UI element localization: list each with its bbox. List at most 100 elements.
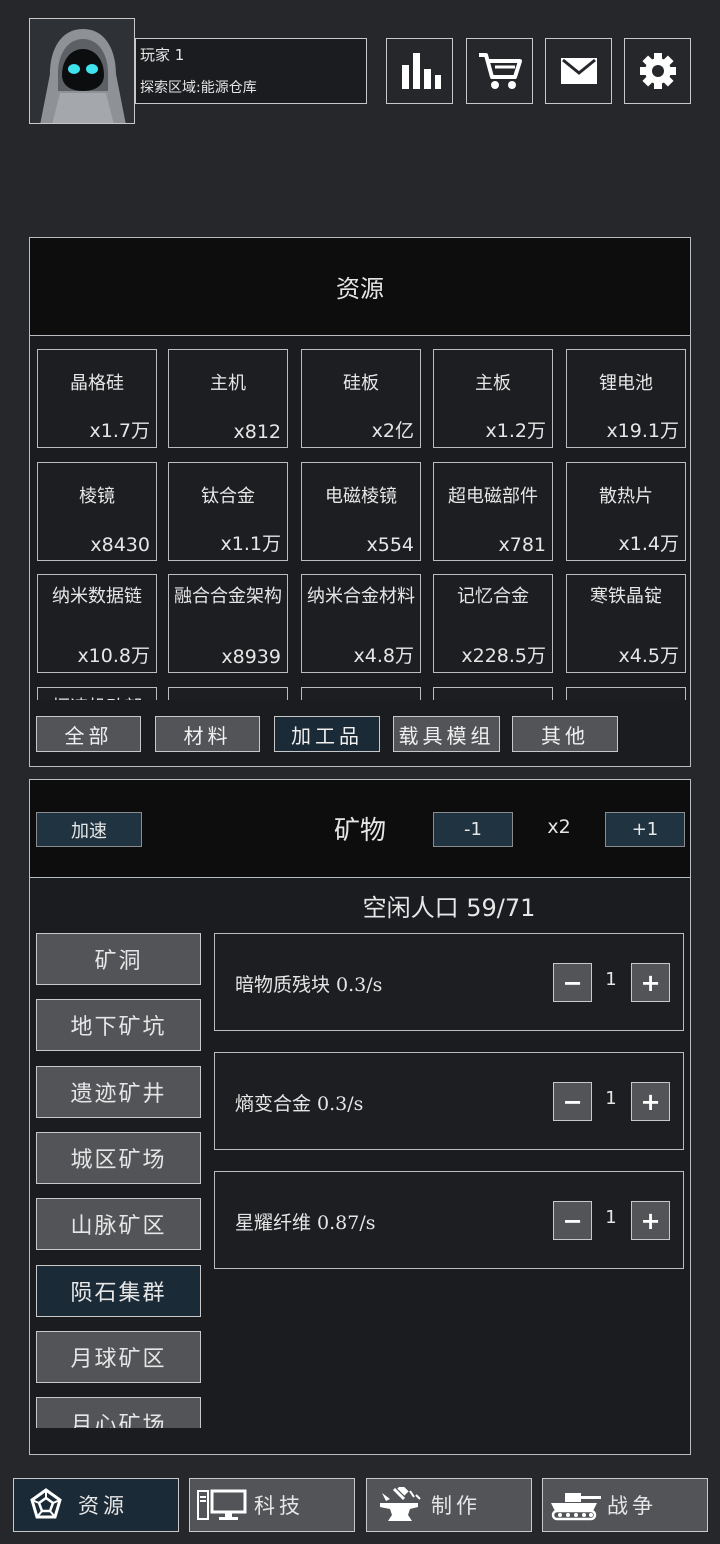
player-info-box: 玩家 1 探索区域:能源仓库 [135,38,367,104]
boost-button[interactable]: 加速 [36,812,142,847]
resource-cell[interactable]: 锂电池 x19.1万 [566,349,686,448]
decrease-worker-button[interactable]: − [553,1082,592,1121]
nav-tech-label: 科技 [254,1494,304,1518]
nav-resources-label: 资源 [78,1494,128,1518]
resource-cell[interactable]: 融合合金架构 x8939 [168,574,288,673]
resource-cell[interactable]: 硅板 x2亿 [301,349,421,448]
filter-tab-materials[interactable]: 材料 [155,716,260,752]
resource-count: x2亿 [371,420,414,442]
resource-cell[interactable] [433,686,553,700]
resource-cell[interactable]: 纳米合金材料 x4.8万 [301,574,421,673]
tank-icon [551,1493,601,1521]
resource-name: 超电磁部件 [448,485,538,507]
mining-site-item[interactable]: 矿洞 [36,933,201,985]
resource-name: 主板 [475,373,511,394]
increase-multiplier-button[interactable]: +1 [605,812,685,847]
resource-count: x4.8万 [353,645,414,667]
resource-count: x1.1万 [220,532,281,555]
filter-tab-other[interactable]: 其他 [512,716,618,752]
resource-count: x4.5万 [618,645,679,667]
resource-name: 晶格硅 [70,373,124,394]
resource-cell[interactable]: 棱镜 x8430 [37,461,157,561]
resource-production-row: 星耀纤维 0.87/s −1 + [214,1171,684,1269]
worker-count: 1 [605,969,617,990]
resource-name: 恒速机动部 [40,694,154,701]
player-avatar[interactable] [29,18,135,124]
mining-site-item[interactable]: 陨石集群 [36,1264,201,1317]
resource-cell[interactable] [301,686,421,700]
filter-tab-processed[interactable]: 加工品 [274,716,380,752]
increase-worker-button[interactable]: + [631,1201,670,1240]
mining-site-item[interactable]: 城区矿场 [36,1131,201,1184]
settings-button[interactable] [624,38,691,104]
decrease-worker-button[interactable]: − [553,963,592,1002]
decrease-multiplier-button[interactable]: -1 [433,812,513,847]
resource-cell[interactable]: 主机 x812 [168,349,288,448]
resource-count: x19.1万 [606,420,679,442]
nav-craft[interactable]: 制作 [366,1478,532,1532]
mining-site-item[interactable]: 地下矿坑 [36,999,201,1052]
resource-production-row: 熵变合金 0.3/s −1 + [214,1052,684,1150]
resource-name: 纳米合金材料 [307,586,415,607]
resource-grid[interactable]: 晶格硅 x1.7万 主机 x812 硅板 x2亿 主板 x1.2万 锂电池 x19.1万棱镜 x84… [30,337,690,700]
mining-site-item[interactable]: 遗迹矿井 [36,1065,201,1118]
resources-title: 资源 [30,238,690,336]
resource-count: x1.2万 [485,420,546,442]
stats-icon [401,53,441,89]
mining-site-item[interactable]: 月球矿区 [36,1330,201,1383]
mail-icon [560,58,597,84]
exploration-zone: 探索区域:能源仓库 [140,80,257,96]
player-name: 玩家 1 [140,46,185,64]
resource-count: x812 [233,421,281,443]
resource-name: 棱镜 [79,485,115,507]
resource-cell[interactable]: 恒速机动部 [37,686,157,701]
resource-cell[interactable] [168,686,288,700]
resource-count: x228.5万 [461,645,546,667]
resource-cell[interactable]: 电磁棱镜 x554 [301,461,421,561]
filter-tab-vehicle-modules[interactable]: 载具模组 [393,716,500,752]
resource-cell[interactable]: 晶格硅 x1.7万 [37,349,157,448]
resource-name: 记忆合金 [457,586,529,607]
resource-name: 纳米数据链 [52,586,142,607]
resource-cell[interactable] [566,686,686,700]
nav-war[interactable]: 战争 [542,1478,708,1532]
worker-count: 1 [605,1207,617,1228]
idle-population: 空闲人口 59/71 [362,894,536,922]
resource-name: 电磁棱镜 [325,485,397,507]
nav-craft-label: 制作 [431,1494,481,1518]
resource-count: x10.8万 [77,645,150,667]
mining-site-item[interactable]: 山脉矿区 [36,1198,201,1251]
increase-worker-button[interactable]: + [631,1082,670,1121]
mining-site-list[interactable]: 矿洞地下矿坑遗迹矿井城区矿场山脉矿区陨石集群月球矿区月心矿场 [36,930,202,1428]
resource-cell[interactable]: 主板 x1.2万 [433,349,553,448]
resource-count: x8430 [90,533,150,556]
shop-button[interactable] [466,38,533,104]
resource-cell[interactable]: 纳米数据链 x10.8万 [37,574,157,673]
cart-icon [478,53,522,89]
mail-button[interactable] [545,38,612,104]
resource-name: 锂电池 [599,373,653,394]
production-label: 熵变合金 0.3/s [235,1093,364,1115]
stats-button[interactable] [386,38,453,104]
resource-cell[interactable]: 超电磁部件 x781 [433,461,553,561]
resource-cell[interactable]: 记忆合金 x228.5万 [433,574,553,673]
resource-cell[interactable]: 散热片 x1.4万 [566,461,686,561]
nav-tech[interactable]: 科技 [189,1478,355,1532]
gear-icon [639,53,676,89]
resource-count: x8939 [221,646,281,668]
resource-count: x1.4万 [618,532,679,555]
production-label: 暗物质残块 0.3/s [235,974,383,996]
resource-name: 散热片 [599,485,653,507]
resource-name: 寒铁晶锭 [590,586,662,607]
resource-cell[interactable]: 钛合金 x1.1万 [168,461,288,561]
worker-count: 1 [605,1088,617,1109]
mining-site-item[interactable]: 月心矿场 [36,1397,201,1428]
resource-cell[interactable]: 寒铁晶锭 x4.5万 [566,574,686,673]
dodecahedron-icon [30,1488,62,1519]
resource-count: x781 [498,533,546,556]
increase-worker-button[interactable]: + [631,963,670,1002]
resource-name: 硅板 [343,373,379,394]
nav-resources[interactable]: 资源 [13,1478,179,1532]
decrease-worker-button[interactable]: − [553,1201,592,1240]
filter-tab-all[interactable]: 全部 [36,716,141,752]
